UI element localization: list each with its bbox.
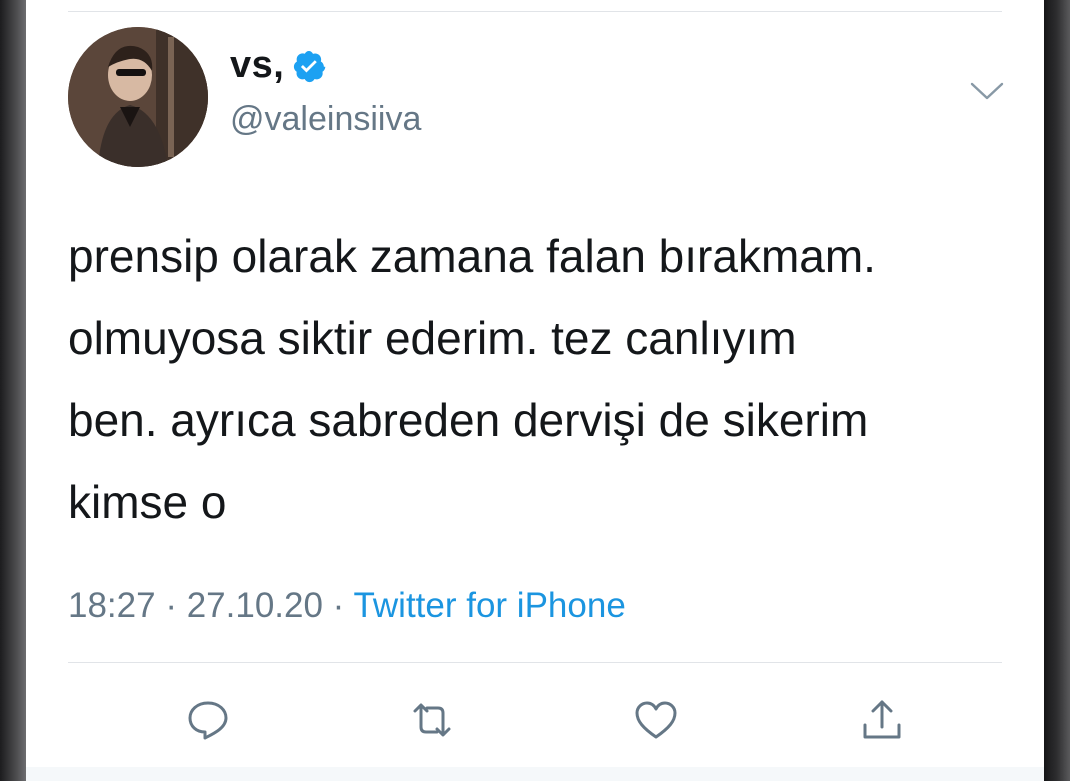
device-bezel-right [1044, 0, 1070, 781]
tweet-time[interactable]: 18:27 [68, 586, 156, 625]
tweet-source-link[interactable]: Twitter for iPhone [353, 586, 625, 625]
tweet-text-line: kimse o [68, 476, 227, 528]
reply-button[interactable] [178, 690, 238, 750]
avatar-photo [68, 27, 208, 167]
display-name-text[interactable]: vs, [230, 44, 284, 87]
meta-separator: · [155, 586, 187, 625]
heart-icon [635, 701, 677, 739]
reply-icon [188, 701, 228, 740]
tweet-text-line: olmuyosa siktir ederim. tez canlıyım [68, 312, 797, 364]
like-button[interactable] [626, 690, 686, 750]
display-name[interactable]: vs, [230, 44, 326, 87]
share-button[interactable] [852, 690, 912, 750]
tweet-card: vs, @valeinsiiva prensip olarak zamana f… [26, 0, 1044, 781]
tweet-metadata: 18:27 · 27.10.20 · Twitter for iPhone [68, 586, 626, 626]
share-icon [863, 700, 901, 739]
tweet-date[interactable]: 27.10.20 [187, 586, 323, 625]
top-divider [68, 11, 1002, 12]
bottom-divider [68, 662, 1002, 663]
tweet-text: prensip olarak zamana falan bırakmam. ol… [68, 215, 1013, 543]
meta-separator: · [322, 586, 354, 625]
retweet-button[interactable] [402, 690, 462, 750]
device-bezel-left [0, 0, 26, 781]
user-handle[interactable]: @valeinsiiva [230, 100, 421, 139]
action-bar [26, 690, 1044, 750]
tweet-text-line: prensip olarak zamana falan bırakmam. [68, 230, 876, 282]
verified-badge-icon [292, 49, 326, 83]
chevron-down-icon[interactable] [970, 80, 1004, 102]
retweet-icon [413, 703, 451, 737]
avatar[interactable] [68, 27, 208, 167]
tweet-text-line: ben. ayrıca sabreden dervişi de sikerim [68, 394, 869, 446]
bottom-edge [26, 767, 1044, 781]
